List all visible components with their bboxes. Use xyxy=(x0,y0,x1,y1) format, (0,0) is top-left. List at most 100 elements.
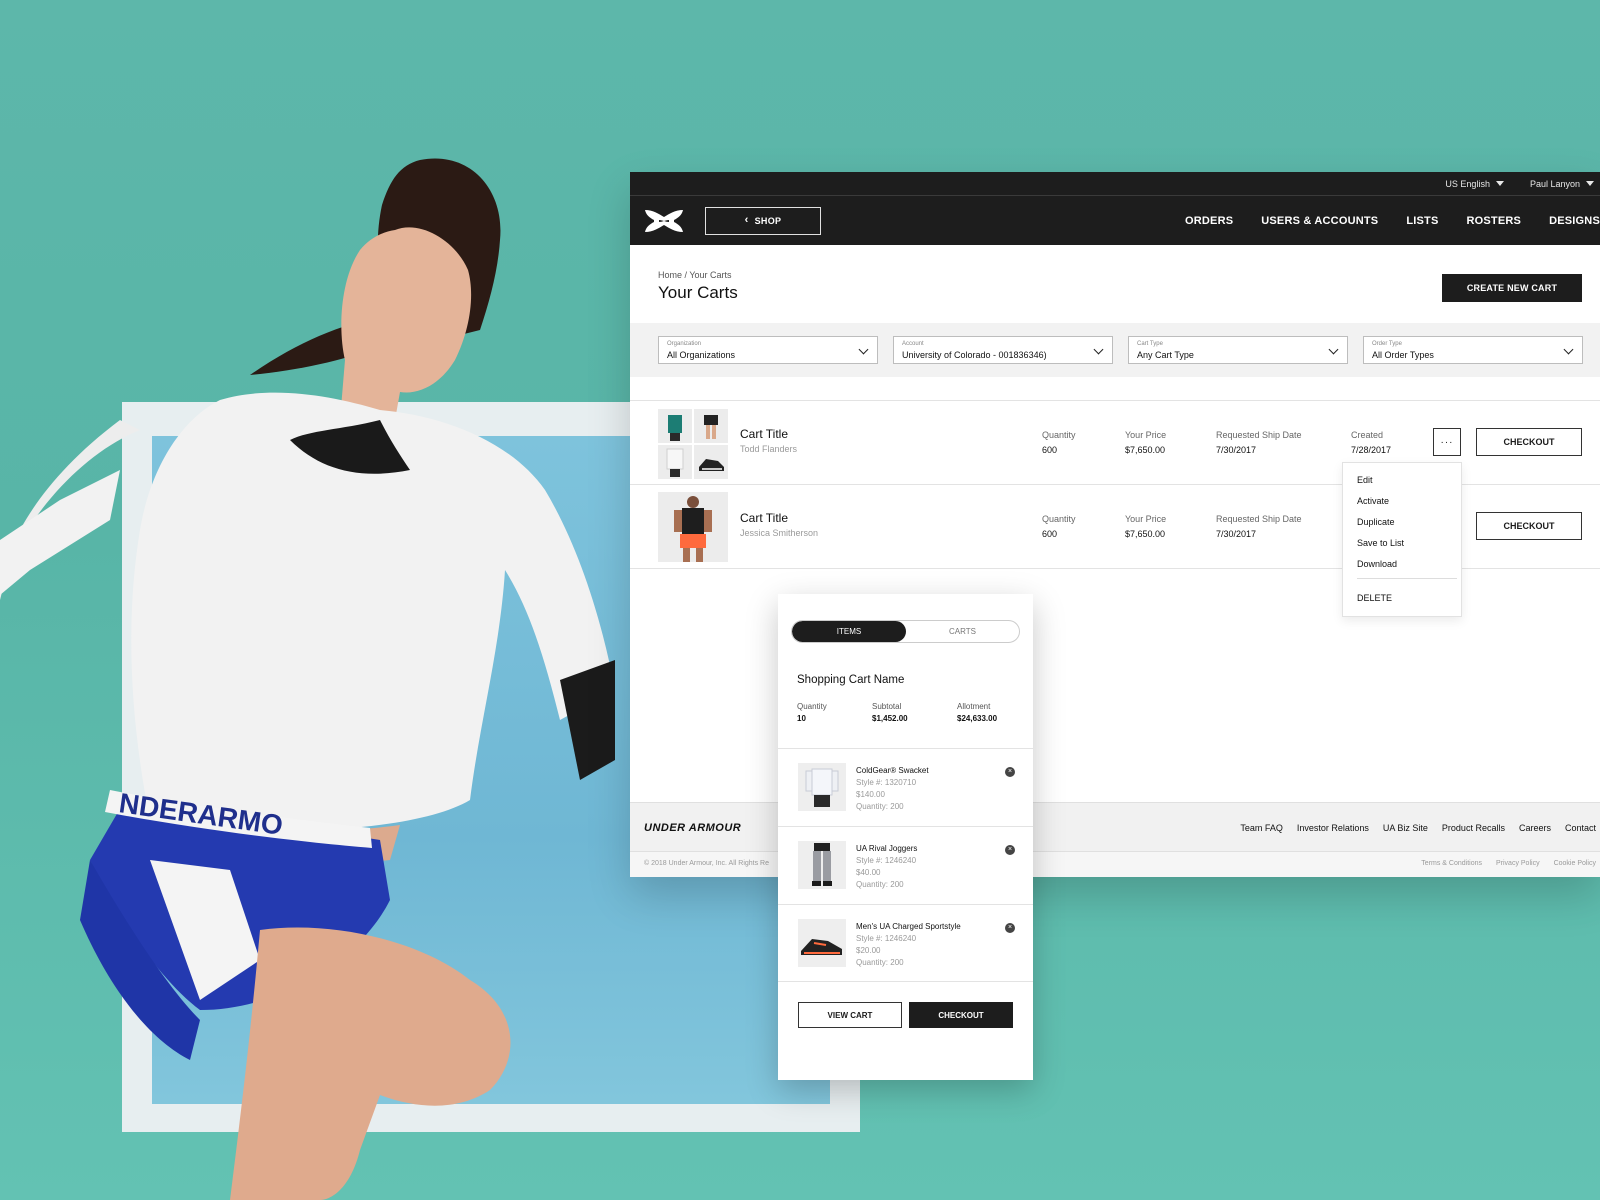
legal-links: Terms & Conditions Privacy Policy Cookie… xyxy=(1421,860,1596,867)
item-thumbnail[interactable] xyxy=(798,763,846,811)
nav-designs[interactable]: DESIGNS xyxy=(1549,215,1600,227)
mini-cart-item: ColdGear® Swacket Style #: 1320710 $140.… xyxy=(778,749,1033,826)
item-style: Style #: 1246240 xyxy=(856,934,917,943)
nav-users-accounts[interactable]: USERS & ACCOUNTS xyxy=(1261,215,1378,227)
quantity-value: 600 xyxy=(1042,529,1058,539)
item-name[interactable]: Men's UA Charged Sportstyle xyxy=(856,922,961,931)
cart-thumbnail[interactable] xyxy=(658,492,728,562)
utility-bar: US English Paul Lanyon xyxy=(630,172,1600,196)
footer-link-contact[interactable]: Contact xyxy=(1565,823,1596,833)
footer-link-team-faq[interactable]: Team FAQ xyxy=(1240,823,1283,833)
footer: UNDER ARMOUR Team FAQ Investor Relations… xyxy=(630,802,1600,852)
under-armour-logo-icon[interactable] xyxy=(643,208,685,234)
menu-item-download[interactable]: Download xyxy=(1357,559,1397,569)
chevron-left-icon: ‹ xyxy=(744,214,749,226)
cart-owner: Todd Flanders xyxy=(740,444,798,454)
breadcrumb[interactable]: Home / Your Carts xyxy=(658,270,732,280)
quantity-label: Quantity xyxy=(1042,430,1076,440)
item-price: $40.00 xyxy=(856,868,881,877)
item-quantity: Quantity: 200 xyxy=(856,958,904,967)
created-value: 7/28/2017 xyxy=(1351,445,1392,455)
chevron-down-icon xyxy=(1563,344,1574,355)
filter-label: Organization xyxy=(667,341,702,347)
caret-down-icon xyxy=(1586,181,1594,186)
chevron-down-icon xyxy=(1093,344,1104,355)
quantity-label: Quantity xyxy=(1042,514,1076,524)
caret-down-icon xyxy=(1495,181,1504,186)
menu-item-save-to-list[interactable]: Save to List xyxy=(1357,538,1404,548)
shop-button[interactable]: ‹ SHOP xyxy=(705,206,821,235)
cart-title[interactable]: Cart Title xyxy=(740,511,788,525)
item-price: $140.00 xyxy=(856,790,885,799)
checkout-button[interactable]: CHECKOUT xyxy=(1476,428,1582,456)
divider xyxy=(778,981,1033,982)
product-thumbnail xyxy=(658,409,692,443)
footer-link-product-recalls[interactable]: Product Recalls xyxy=(1442,823,1505,833)
more-options-button[interactable]: ··· xyxy=(1433,428,1461,456)
view-cart-button[interactable]: VIEW CART xyxy=(798,1002,902,1028)
mini-cart-title: Shopping Cart Name xyxy=(797,674,905,686)
menu-item-activate[interactable]: Activate xyxy=(1357,496,1389,506)
filter-label: Account xyxy=(902,341,924,347)
page-title: Your Carts xyxy=(658,283,738,302)
remove-item-icon[interactable]: × xyxy=(1005,845,1015,855)
user-menu[interactable]: Paul Lanyon xyxy=(1530,179,1594,189)
cart-owner: Jessica Smitherson xyxy=(740,528,819,538)
mini-cart-item: UA Rival Joggers Style #: 1246240 $40.00… xyxy=(778,827,1033,904)
item-style: Style #: 1246240 xyxy=(856,856,917,865)
footer-link-careers[interactable]: Careers xyxy=(1519,823,1551,833)
cart-type-filter[interactable]: Cart Type Any Cart Type xyxy=(1128,336,1348,364)
product-thumbnail xyxy=(694,409,728,443)
item-name[interactable]: UA Rival Joggers xyxy=(856,844,917,853)
filter-value: University of Colorado - 001836346) xyxy=(902,350,1047,360)
order-type-filter[interactable]: Order Type All Order Types xyxy=(1363,336,1583,364)
remove-item-icon[interactable]: × xyxy=(1005,767,1015,777)
mini-cart-checkout-button[interactable]: CHECKOUT xyxy=(909,1002,1013,1028)
mini-cart-subtotal-label: Subtotal xyxy=(872,702,902,711)
filter-bar: Organization All Organizations Account U… xyxy=(630,323,1600,377)
mini-cart-subtotal-value: $1,452.00 xyxy=(872,714,908,723)
tab-carts[interactable]: CARTS xyxy=(906,621,1019,642)
footer-link-ua-biz-site[interactable]: UA Biz Site xyxy=(1383,823,1428,833)
remove-item-icon[interactable]: × xyxy=(1005,923,1015,933)
create-new-cart-button[interactable]: CREATE NEW CART xyxy=(1442,274,1582,302)
nav-lists[interactable]: LISTS xyxy=(1406,215,1438,227)
cart-thumbnails[interactable] xyxy=(658,409,728,479)
nav-links: ORDERS USERS & ACCOUNTS LISTS ROSTERS DE… xyxy=(1185,215,1600,227)
legal-link-privacy[interactable]: Privacy Policy xyxy=(1496,860,1540,867)
menu-item-delete[interactable]: DELETE xyxy=(1357,593,1392,603)
account-filter[interactable]: Account University of Colorado - 0018363… xyxy=(893,336,1113,364)
shop-label: SHOP xyxy=(754,215,782,226)
mini-cart-item: Men's UA Charged Sportstyle Style #: 124… xyxy=(778,905,1033,982)
legal-link-cookie[interactable]: Cookie Policy xyxy=(1554,860,1596,867)
checkout-button[interactable]: CHECKOUT xyxy=(1476,512,1582,540)
item-name[interactable]: ColdGear® Swacket xyxy=(856,766,929,775)
item-thumbnail[interactable] xyxy=(798,841,846,889)
filter-value: All Order Types xyxy=(1372,350,1434,360)
mini-cart-tabs: ITEMS CARTS xyxy=(791,620,1020,643)
ship-date-value: 7/30/2017 xyxy=(1216,445,1257,455)
page-header: Home / Your Carts Your Carts CREATE NEW … xyxy=(630,245,1600,323)
organization-filter[interactable]: Organization All Organizations xyxy=(658,336,878,364)
menu-item-edit[interactable]: Edit xyxy=(1357,475,1373,485)
tab-items[interactable]: ITEMS xyxy=(792,621,906,642)
price-label: Your Price xyxy=(1125,514,1167,524)
item-price: $20.00 xyxy=(856,946,881,955)
filter-label: Cart Type xyxy=(1137,341,1163,347)
nav-orders[interactable]: ORDERS xyxy=(1185,215,1233,227)
nav-rosters[interactable]: ROSTERS xyxy=(1467,215,1522,227)
legal-link-terms[interactable]: Terms & Conditions xyxy=(1421,860,1482,867)
footer-link-investor-relations[interactable]: Investor Relations xyxy=(1297,823,1369,833)
filter-value: All Organizations xyxy=(667,350,736,360)
mini-cart-quantity-value: 10 xyxy=(797,714,806,723)
athlete-photo: NDERARMO xyxy=(0,158,616,1200)
menu-item-duplicate[interactable]: Duplicate xyxy=(1357,517,1395,527)
language-selector[interactable]: US English xyxy=(1445,179,1504,189)
main-nav: ‹ SHOP ORDERS USERS & ACCOUNTS LISTS ROS… xyxy=(630,196,1600,245)
ship-date-label: Requested Ship Date xyxy=(1216,430,1302,440)
item-quantity: Quantity: 200 xyxy=(856,880,904,889)
legal-bar: © 2018 Under Armour, Inc. All Rights Re … xyxy=(630,852,1600,877)
item-thumbnail[interactable] xyxy=(798,919,846,967)
cart-actions-menu: Edit Activate Duplicate Save to List Dow… xyxy=(1342,462,1462,617)
cart-title[interactable]: Cart Title xyxy=(740,427,788,441)
